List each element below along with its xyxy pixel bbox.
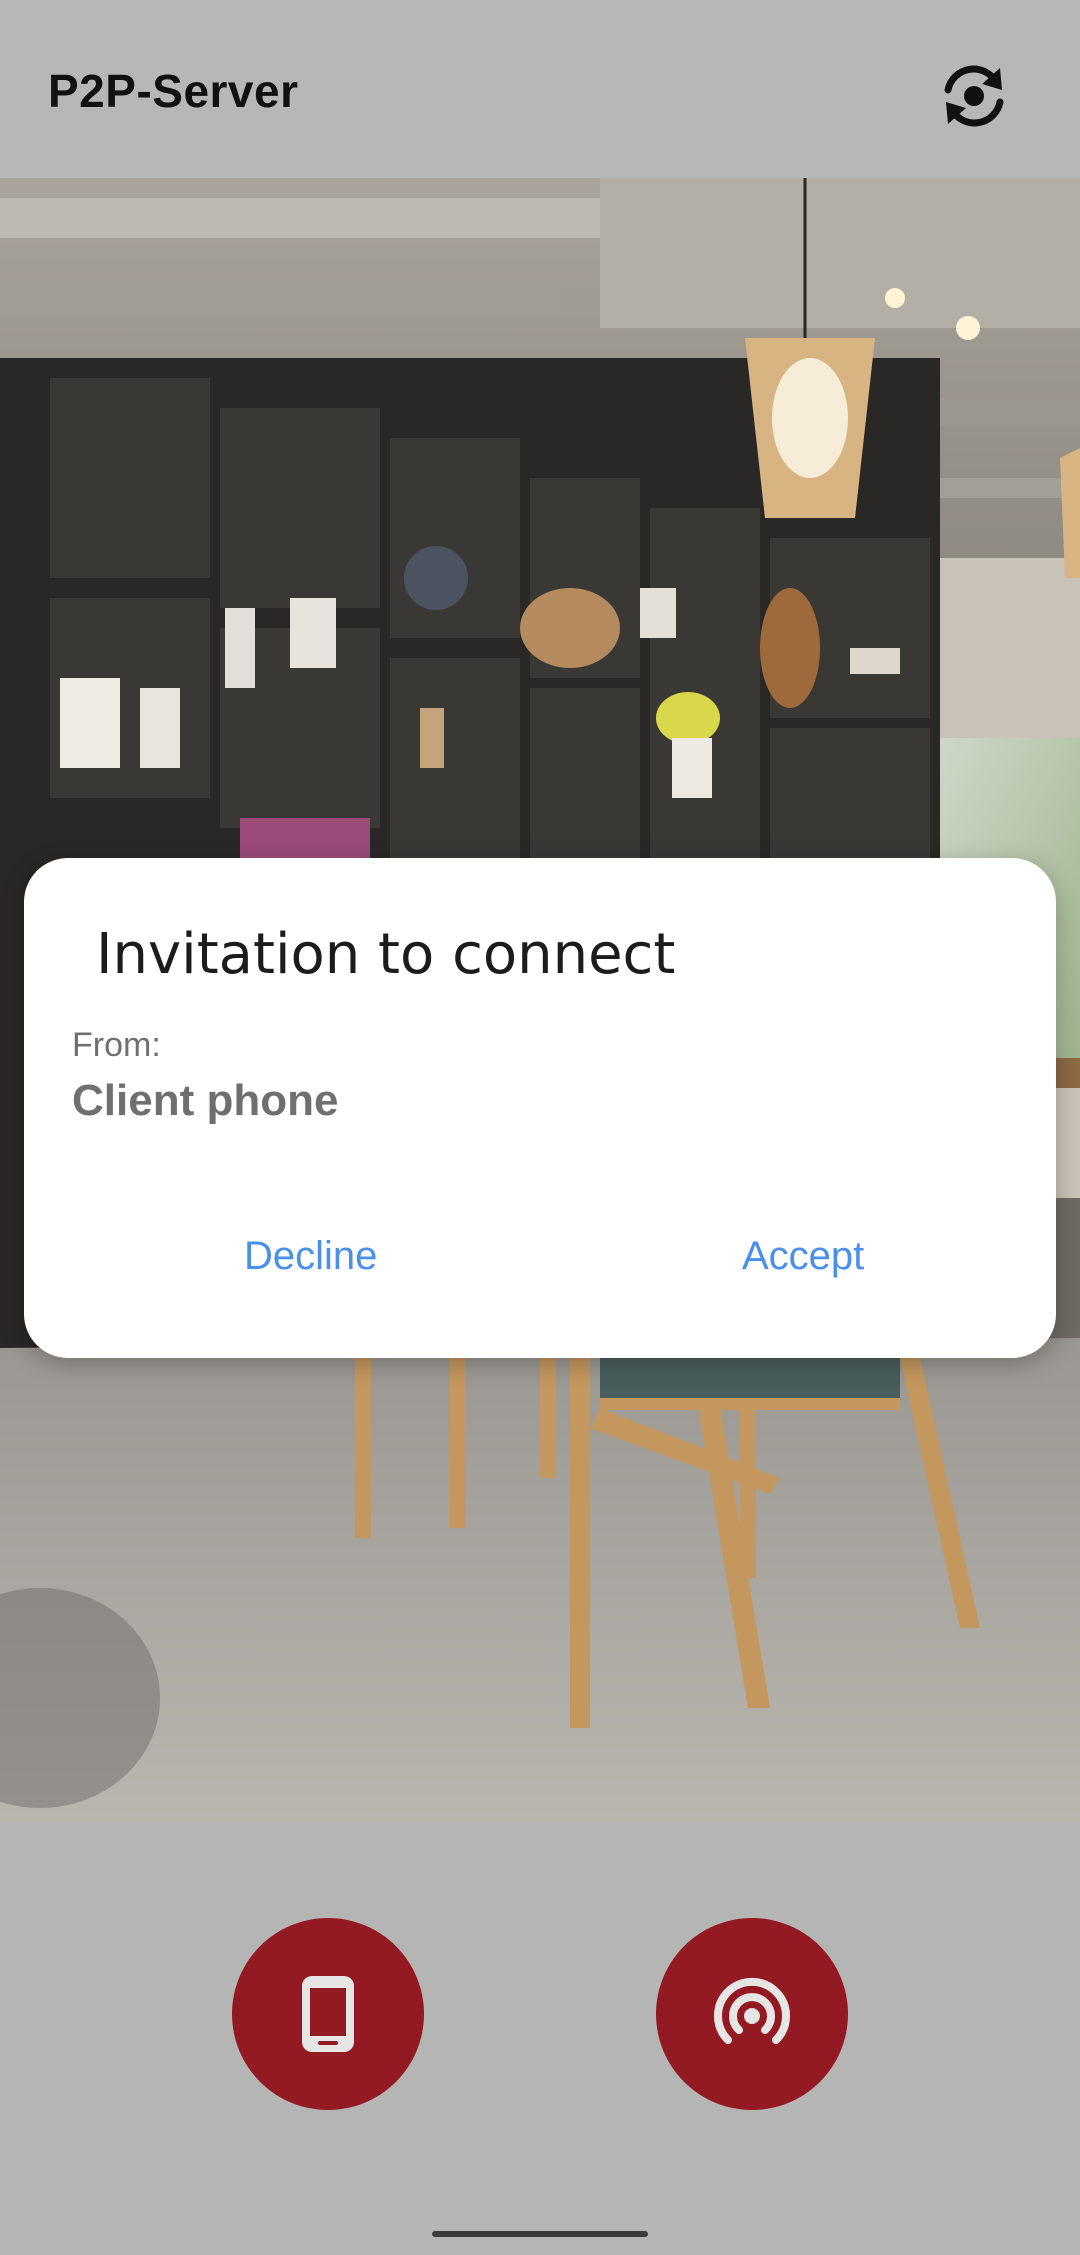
smartphone-icon (302, 1976, 354, 2052)
app-bar: P2P-Server (0, 0, 1080, 178)
dialog-title: Invitation to connect (96, 922, 676, 987)
screen: P2P-Server Invitation to connect From: C… (0, 0, 1080, 2255)
device-button[interactable] (232, 1918, 424, 2110)
decline-button[interactable]: Decline (224, 1218, 397, 1295)
accept-button[interactable]: Accept (722, 1218, 884, 1295)
app-title: P2P-Server (48, 65, 299, 117)
broadcast-icon (714, 1978, 790, 2044)
home-indicator[interactable] (432, 2231, 648, 2237)
invitation-dialog: Invitation to connect From: Client phone… (24, 858, 1056, 1358)
switch-camera-icon[interactable] (938, 60, 1010, 132)
from-label: From: (72, 1026, 161, 1064)
from-device-name: Client phone (72, 1076, 339, 1125)
broadcast-button[interactable] (656, 1918, 848, 2110)
